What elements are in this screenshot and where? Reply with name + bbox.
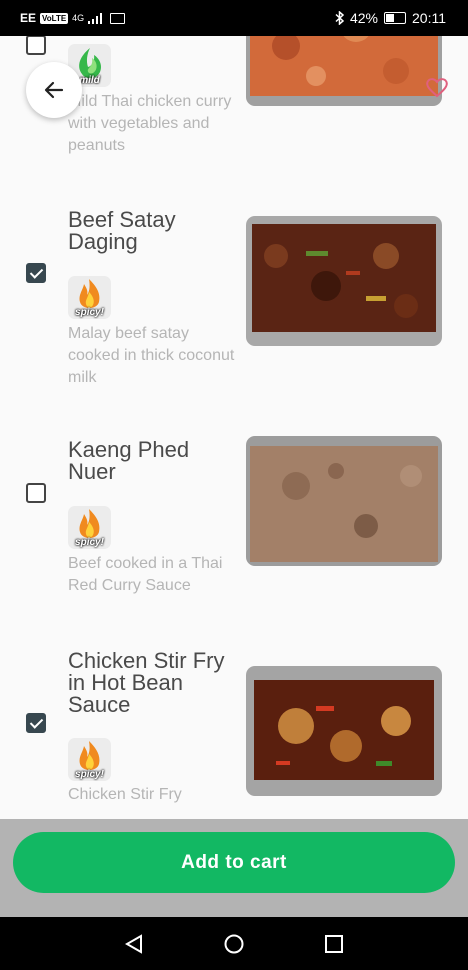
item-description: Chicken Stir Fry <box>68 786 182 803</box>
item-photo <box>246 216 442 346</box>
flame-icon: spicy! <box>68 738 111 781</box>
item-checkbox[interactable] <box>26 36 46 55</box>
item-name: Beef Satay Daging <box>68 207 176 254</box>
item-description: Malay beef satay cooked in thick coconut… <box>68 325 235 386</box>
bluetooth-icon <box>335 11 344 25</box>
screen-cast-icon <box>110 12 126 24</box>
item-description: Beef cooked in a Thai Red Curry Sauce <box>68 555 223 594</box>
home-circle-icon[interactable] <box>224 934 244 954</box>
battery-icon <box>384 12 406 24</box>
list-item: Chicken Stir Fry in Hot Bean Sauce spicy… <box>0 650 468 819</box>
carrier-name: EE <box>20 11 37 25</box>
item-photo <box>246 666 442 796</box>
battery-percent: 42% <box>349 10 378 26</box>
item-checkbox[interactable] <box>26 483 46 503</box>
volte-badge: VoLTE <box>40 12 69 24</box>
item-description: Mild Thai chicken curry with vegetables … <box>68 93 232 154</box>
badge-label: spicy! <box>75 537 104 548</box>
back-triangle-icon[interactable] <box>124 934 144 954</box>
badge-label: spicy! <box>75 307 104 318</box>
add-to-cart-button[interactable]: Add to cart <box>13 832 455 893</box>
list-item: Beef Satay Daging spicy! Malay beef sata… <box>0 209 468 429</box>
clock: 20:11 <box>412 10 446 26</box>
flame-icon: spicy! <box>68 506 111 549</box>
item-photo <box>246 36 442 106</box>
item-checkbox[interactable] <box>26 263 46 283</box>
cart-footer: Add to cart <box>0 819 468 917</box>
back-button[interactable] <box>26 62 82 118</box>
heart-outline-icon[interactable] <box>425 76 449 98</box>
flame-icon: spicy! <box>68 276 111 319</box>
recents-square-icon[interactable] <box>324 934 344 954</box>
status-bar: EE VoLTE 4G 42% 20:11 <box>0 0 468 36</box>
network-type: 4G <box>72 13 85 23</box>
item-checkbox[interactable] <box>26 713 46 733</box>
list-item: Kaeng Phed Nuer spicy! Beef cooked in a … <box>0 436 468 659</box>
arrow-left-icon <box>44 81 64 99</box>
badge-label: spicy! <box>75 769 104 780</box>
system-nav-bar <box>0 917 468 970</box>
item-name: Kaeng Phed Nuer <box>68 437 190 484</box>
menu-list[interactable]: mild Mild Thai chicken curry with vegeta… <box>0 36 468 819</box>
item-photo <box>246 436 442 566</box>
signal-icon <box>88 12 103 24</box>
item-name: Chicken Stir Fry in Hot Bean Sauce <box>68 648 225 717</box>
